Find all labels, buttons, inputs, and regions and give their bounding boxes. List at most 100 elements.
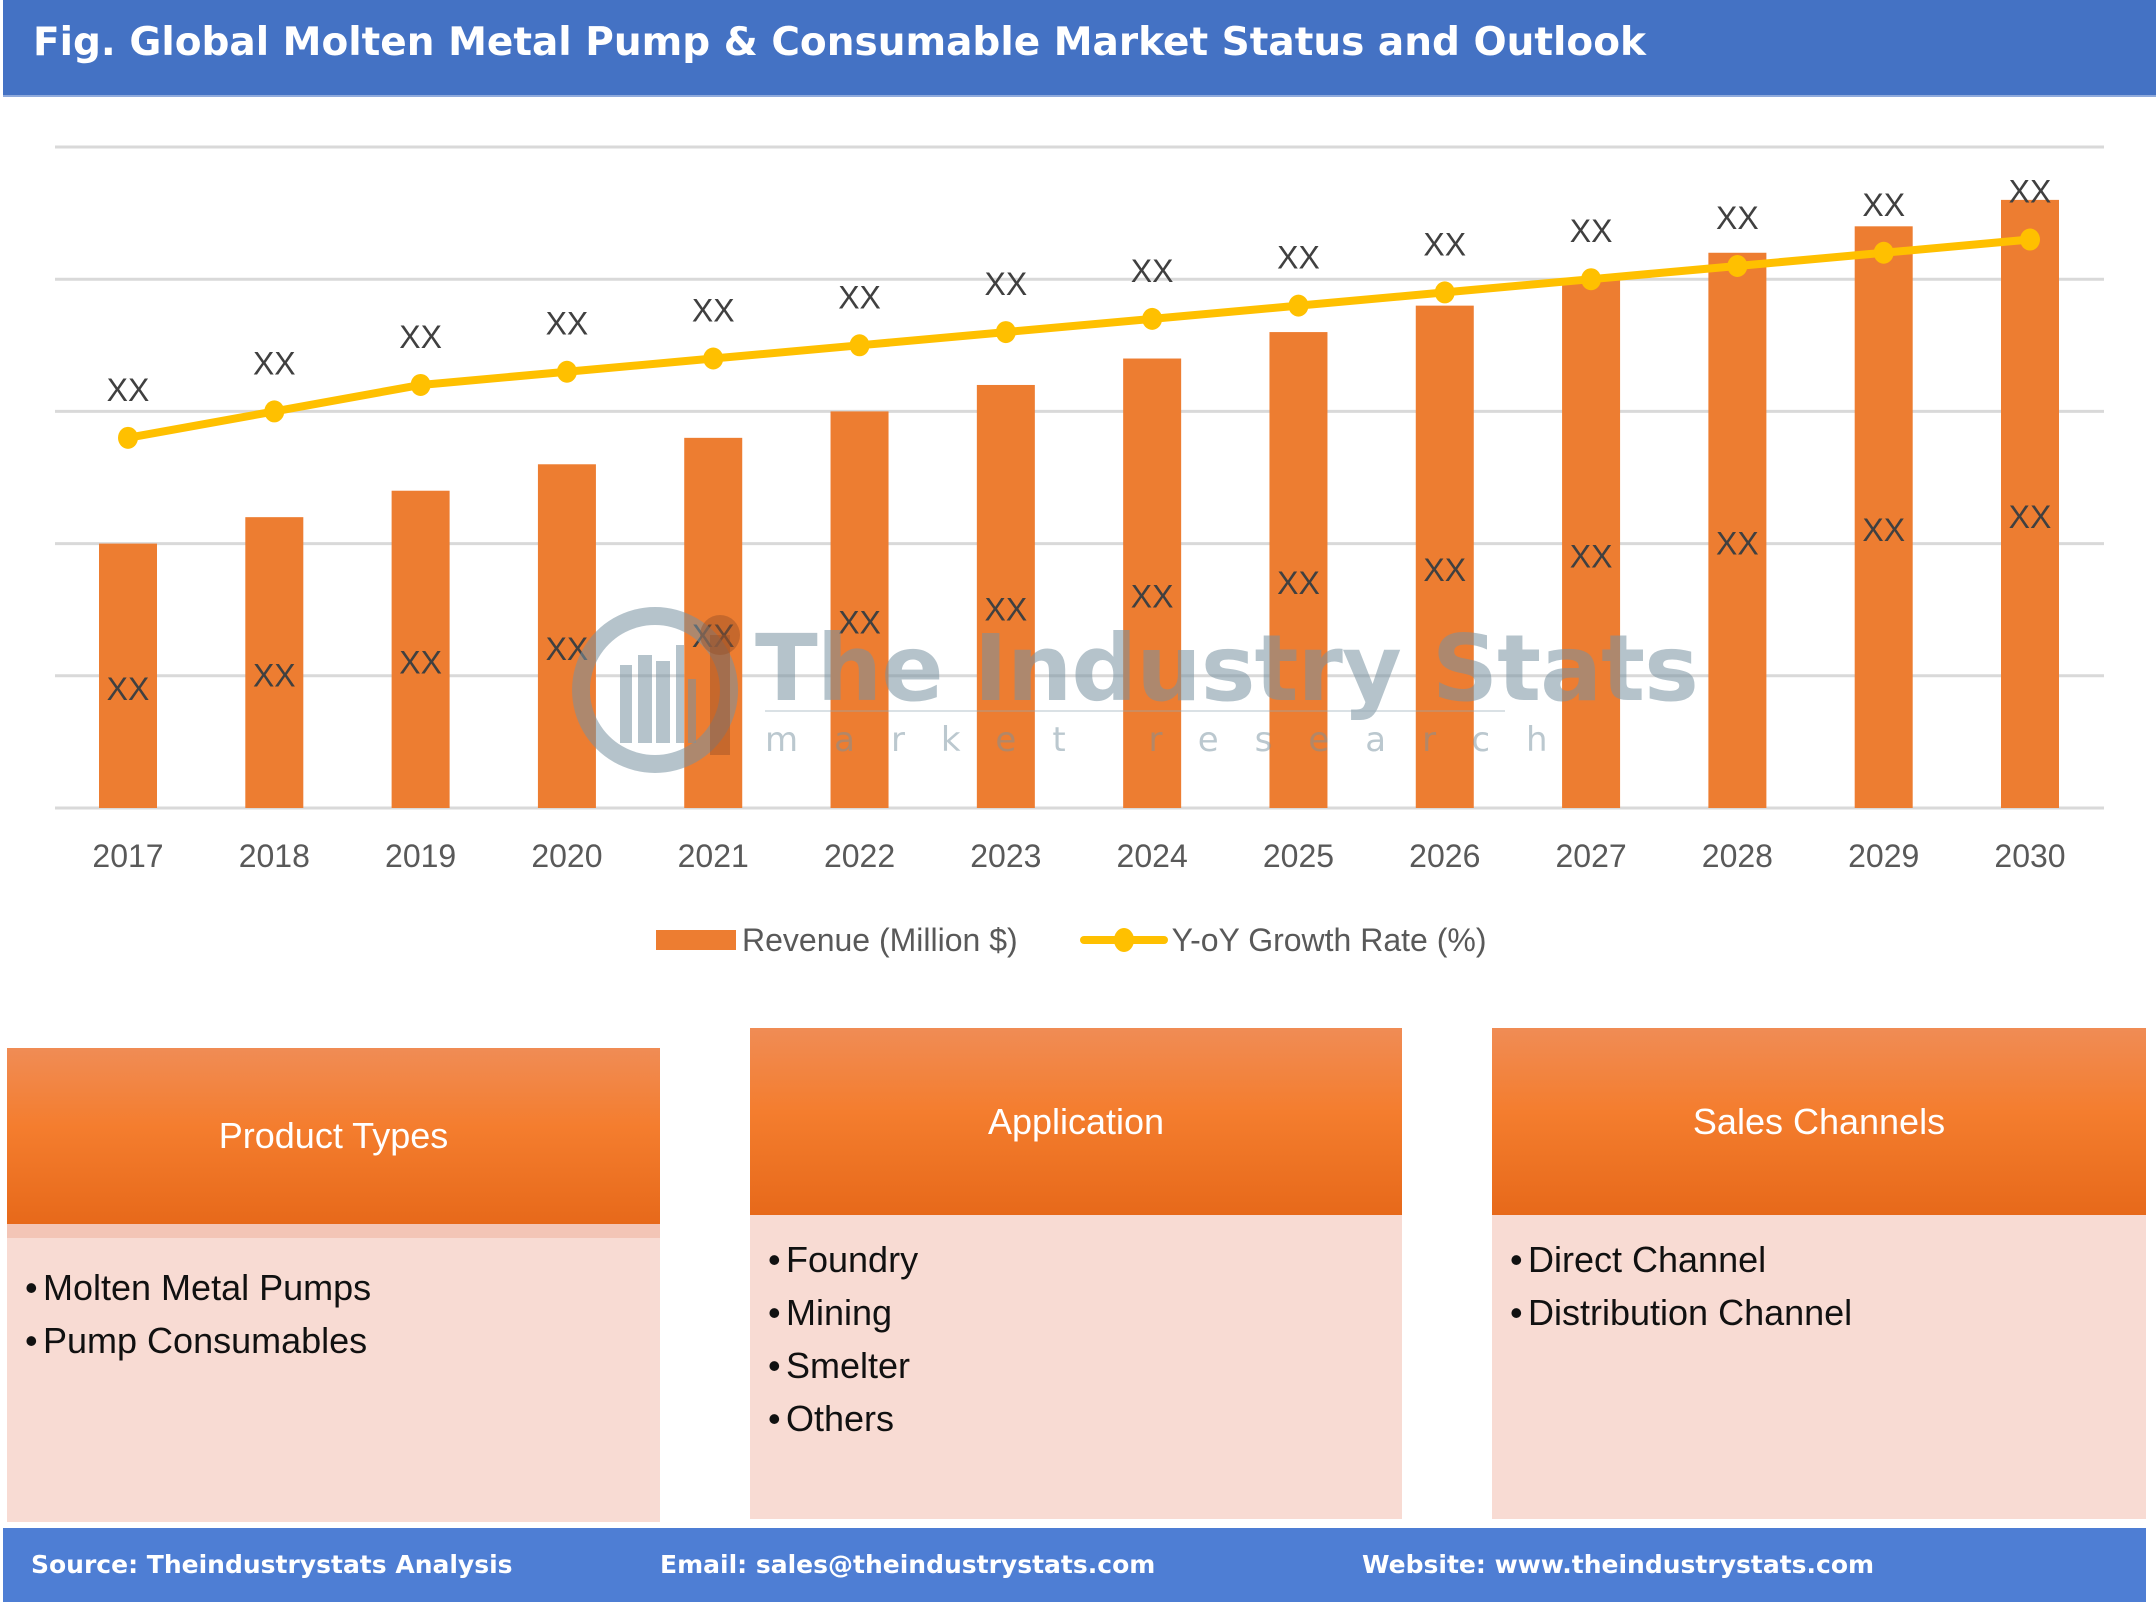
x-tick-label: 2017: [92, 838, 163, 874]
list-item: • Foundry: [768, 1233, 918, 1286]
chart-legend: Revenue (Million $) Y-oY Growth Rate (%): [656, 918, 1548, 962]
revenue-data-label: XX: [107, 671, 150, 707]
list-item-label: Mining: [786, 1292, 893, 1333]
list-item: • Mining: [768, 1286, 918, 1339]
growth-point: [1434, 281, 1455, 304]
growth-point: [264, 400, 285, 423]
segment-header: Application: [750, 1028, 1402, 1215]
growth-data-label: XX: [546, 306, 589, 342]
list-item: • Smelter: [768, 1339, 918, 1392]
revenue-data-label: XX: [1862, 512, 1905, 548]
growth-point: [1142, 307, 1163, 330]
bullet-icon: •: [25, 1320, 38, 1361]
list-item-label: Molten Metal Pumps: [43, 1267, 372, 1308]
x-tick-label: 2028: [1702, 838, 1773, 874]
footer-source: Source: Theindustrystats Analysis: [31, 1550, 513, 1579]
growth-data-label: XX: [399, 319, 442, 355]
growth-point: [1873, 241, 1894, 264]
footer: Source: Theindustrystats Analysis Email:…: [3, 1528, 2146, 1602]
growth-data-label: XX: [107, 372, 150, 408]
growth-data-label: XX: [1862, 187, 1905, 223]
x-tick-label: 2018: [239, 838, 310, 874]
legend-item-revenue: Revenue (Million $): [656, 922, 1018, 959]
footer-email[interactable]: Email: sales@theindustrystats.com: [660, 1550, 1155, 1579]
growth-data-label: XX: [2009, 174, 2052, 210]
list-item-label: Pump Consumables: [43, 1320, 368, 1361]
segment-list: • Foundry • Mining • Smelter • Others: [768, 1233, 918, 1445]
revenue-data-label: XX: [1570, 539, 1613, 575]
growth-point: [1288, 294, 1309, 317]
bullet-icon: •: [1510, 1292, 1523, 1333]
x-tick-label: 2030: [1994, 838, 2065, 874]
growth-point: [995, 321, 1016, 344]
growth-point: [1727, 254, 1748, 277]
growth-point: [1581, 268, 1602, 291]
growth-data-label: XX: [1277, 240, 1320, 276]
segment-header: Product Types: [7, 1048, 660, 1224]
legend-line-marker-icon: [1079, 928, 1168, 952]
growth-data-label: XX: [985, 266, 1028, 302]
bullet-icon: •: [768, 1345, 781, 1386]
growth-point: [410, 373, 431, 396]
segment-title: Application: [987, 1100, 1165, 1142]
growth-point: [118, 426, 138, 449]
segment-divider: [7, 1224, 660, 1238]
title-bar: Fig. Global Molten Metal Pump & Consumab…: [3, 0, 2156, 97]
x-tick-label: 2022: [824, 838, 895, 874]
segment-list: • Direct Channel • Distribution Channel: [1510, 1233, 1852, 1339]
segment-list: • Molten Metal Pumps • Pump Consumables: [25, 1261, 371, 1367]
growth-data-label: XX: [1716, 200, 1759, 236]
legend-item-growth: Y-oY Growth Rate (%): [1079, 922, 1486, 959]
revenue-data-label: XX: [546, 631, 589, 667]
page-title: Fig. Global Molten Metal Pump & Consumab…: [33, 20, 1646, 65]
revenue-data-label: XX: [692, 618, 735, 654]
market-chart: XX XX XX XX XX XX XX XX XX XX XX XX XX XX XX XX XX XX XX X…: [55, 145, 2104, 874]
segment-box-sales-channels: Sales Channels • Direct Channel • Distribu…: [1492, 1028, 2146, 1519]
revenue-data-label: XX: [399, 644, 442, 680]
list-item: • Direct Channel: [1510, 1233, 1852, 1286]
segment-box-application: Application • Foundry • Mining • Smelter • O…: [750, 1028, 1402, 1519]
legend-bar-swatch-icon: [656, 930, 736, 950]
legend-label-revenue: Revenue (Million $): [742, 921, 1018, 958]
revenue-data-label: XX: [1716, 525, 1759, 561]
list-item: • Pump Consumables: [25, 1314, 371, 1367]
x-tick-label: 2019: [385, 838, 456, 874]
list-item-label: Smelter: [786, 1345, 911, 1386]
growth-point: [2020, 228, 2040, 251]
revenue-data-label: XX: [1423, 552, 1466, 588]
bullet-icon: •: [25, 1267, 38, 1308]
growth-data-label: XX: [1131, 253, 1174, 289]
revenue-data-label: XX: [1131, 578, 1174, 614]
bullet-icon: •: [1510, 1239, 1523, 1280]
x-tick-label: 2029: [1848, 838, 1919, 874]
x-tick-label: 2025: [1263, 838, 1334, 874]
growth-point: [556, 360, 577, 383]
growth-data-label: XX: [838, 279, 881, 315]
x-tick-label: 2027: [1555, 838, 1626, 874]
list-item-label: Distribution Channel: [1528, 1292, 1853, 1333]
growth-data-label: XX: [1423, 226, 1466, 262]
growth-data-label: XX: [1570, 213, 1613, 249]
revenue-data-label: XX: [1277, 565, 1320, 601]
revenue-data-label: XX: [838, 605, 881, 641]
growth-point: [849, 334, 870, 357]
revenue-data-label: XX: [985, 591, 1028, 627]
list-item: • Others: [768, 1392, 918, 1445]
segment-box-product-types: Product Types • Molten Metal Pumps • Pump …: [7, 1048, 660, 1522]
x-tick-label: 2023: [970, 838, 1041, 874]
segment-title: Sales Channels: [1692, 1100, 1946, 1142]
bullet-icon: •: [768, 1292, 781, 1333]
growth-data-label: XX: [692, 293, 735, 329]
list-item: • Distribution Channel: [1510, 1286, 1852, 1339]
revenue-bars: [99, 199, 2059, 808]
x-axis-ticks: 2017 2018 2019 2020 2021 2022 2023 2024 2025 2026…: [92, 838, 2065, 874]
bullet-icon: •: [768, 1398, 781, 1439]
x-tick-label: 2020: [531, 838, 602, 874]
list-item: • Molten Metal Pumps: [25, 1261, 371, 1314]
gridlines: [55, 145, 2104, 810]
list-item-label: Direct Channel: [1528, 1239, 1767, 1280]
segment-title: Product Types: [218, 1115, 449, 1156]
list-item-label: Others: [786, 1398, 895, 1439]
footer-website[interactable]: Website: www.theindustrystats.com: [1362, 1550, 1874, 1579]
list-item-label: Foundry: [786, 1239, 919, 1280]
